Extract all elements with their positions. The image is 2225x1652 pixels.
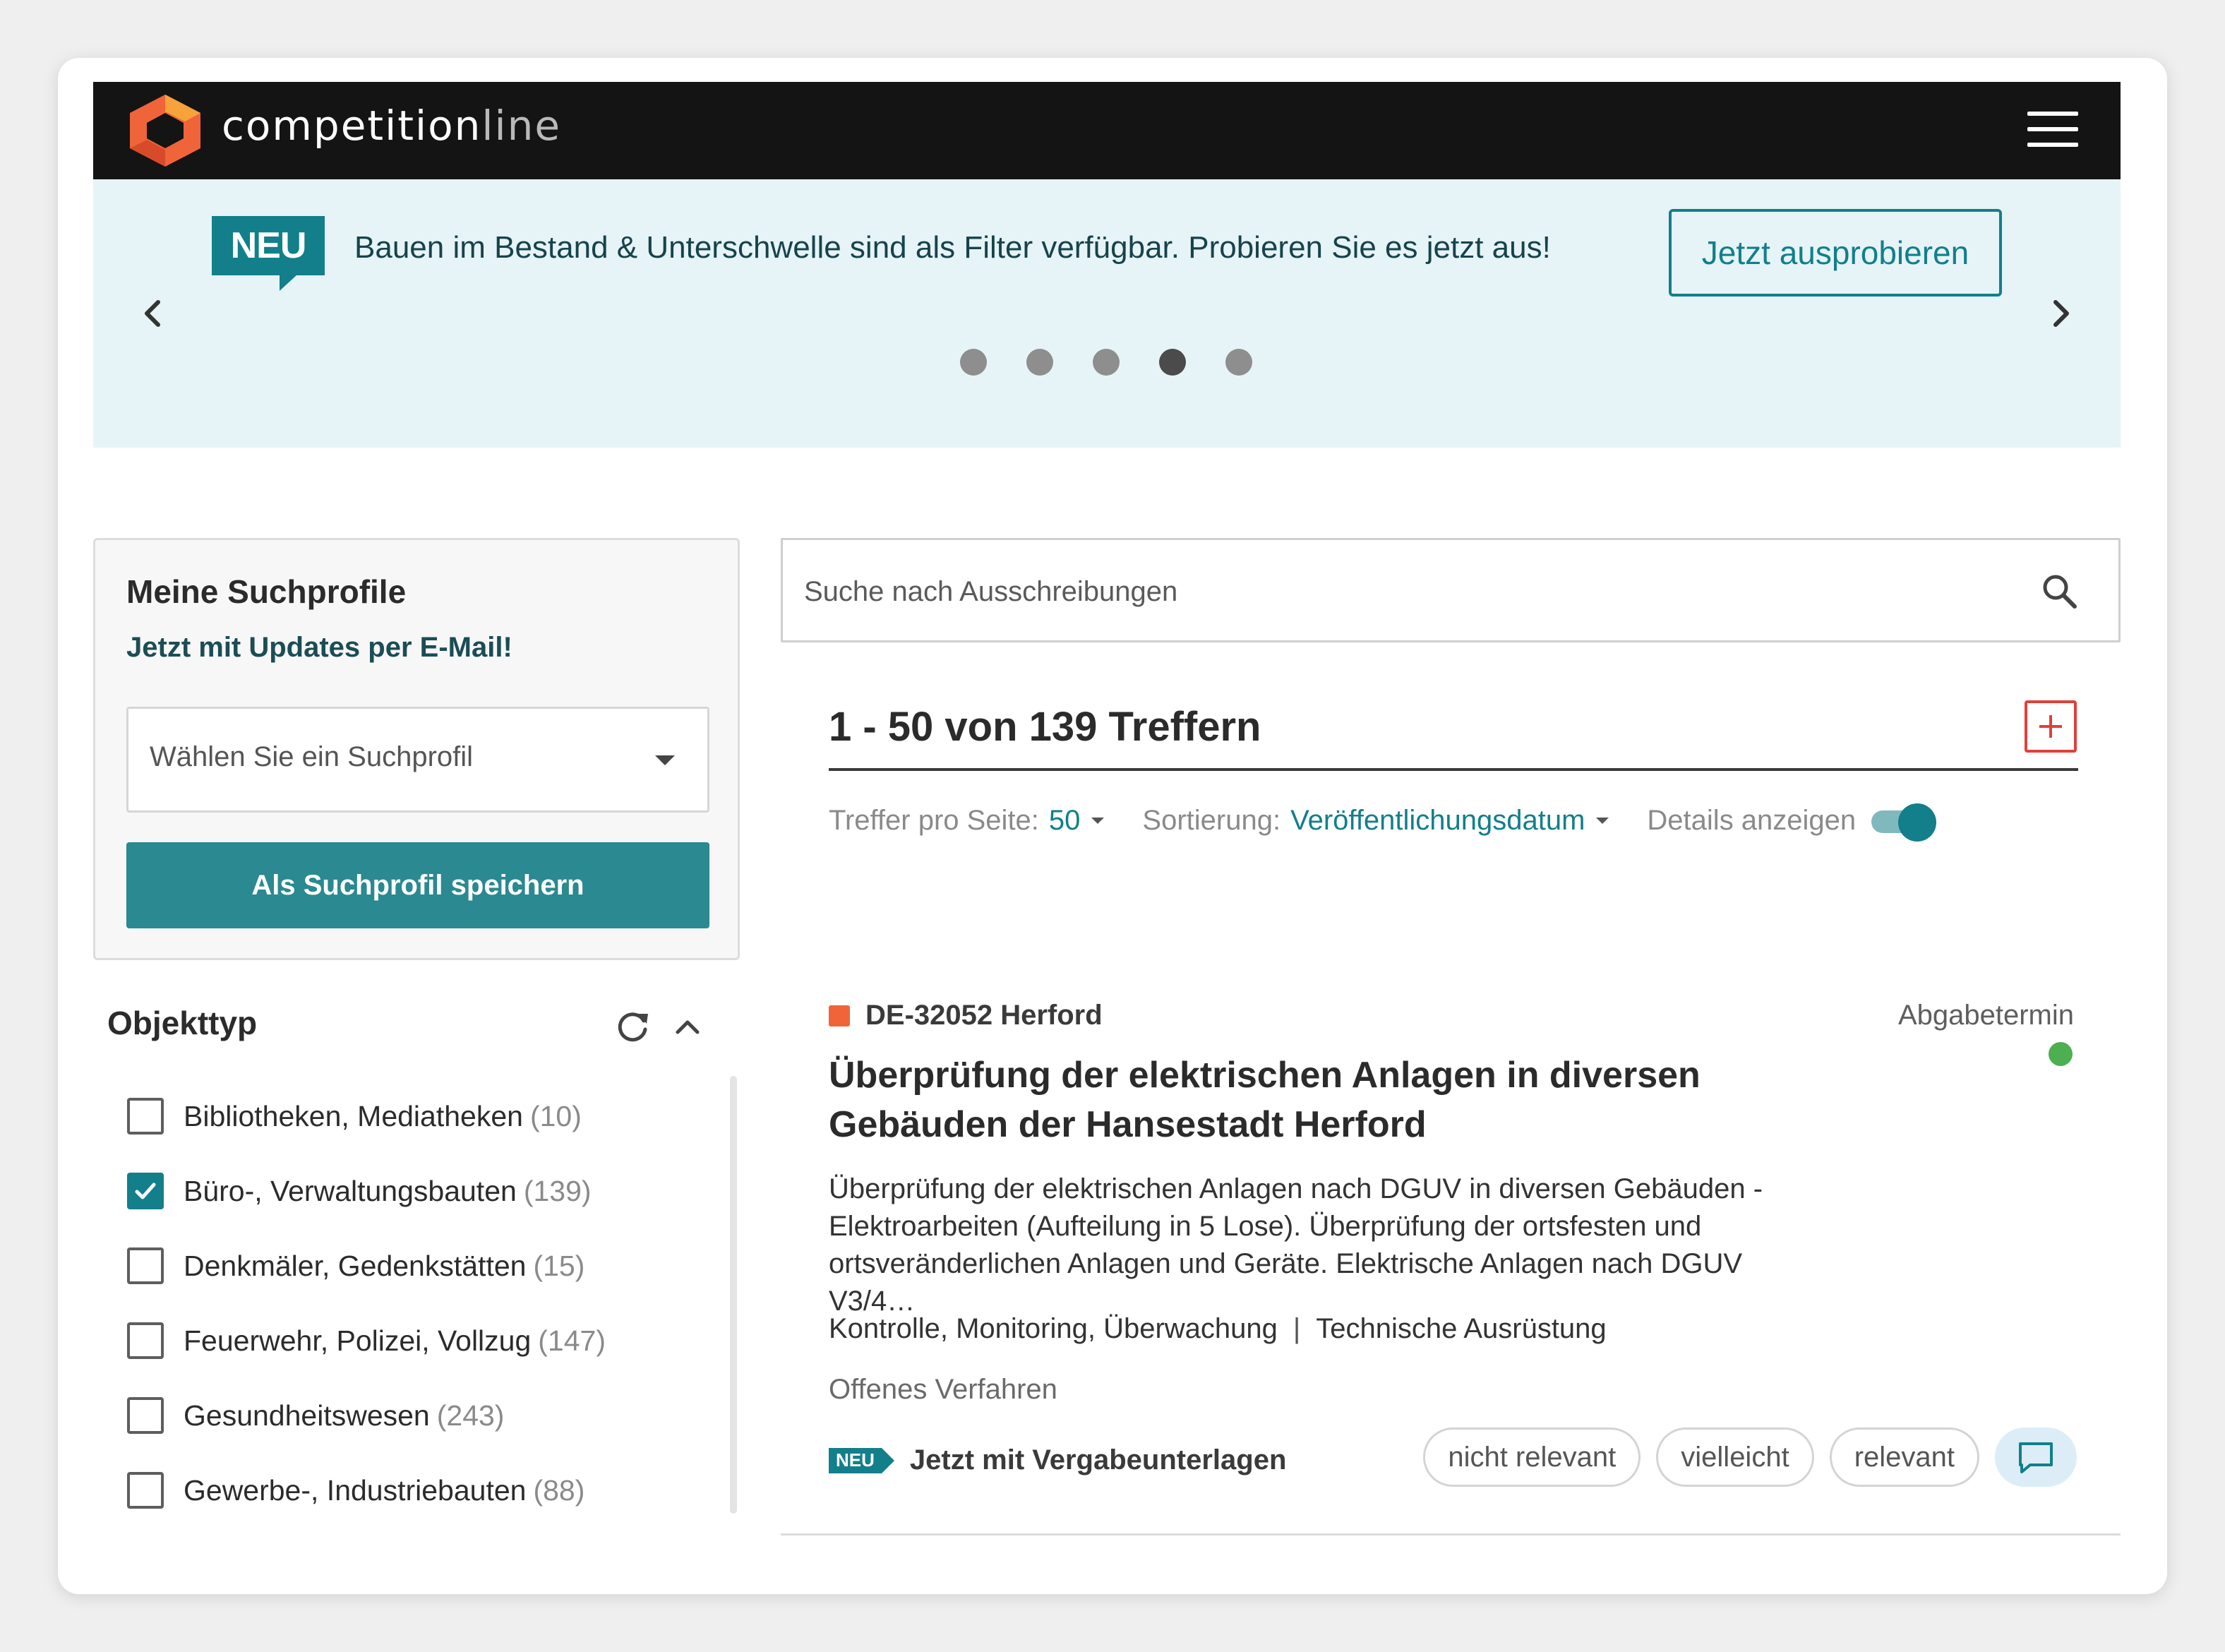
facet-count: (15) — [533, 1249, 585, 1282]
not-relevant-button[interactable]: nicht relevant — [1423, 1427, 1641, 1487]
facet-checkbox[interactable] — [127, 1397, 164, 1434]
facet-checkbox[interactable] — [127, 1173, 164, 1209]
location-text: DE-32052 Herford — [865, 1000, 1103, 1031]
hamburger-menu-icon[interactable] — [2027, 112, 2078, 150]
details-toggle[interactable] — [1871, 803, 1937, 842]
facet-label: Gesundheitswesen — [184, 1399, 430, 1432]
deadline-label: Abgabetermin — [1897, 1000, 2074, 1031]
facet-item[interactable]: Bibliotheken, Mediatheken (10) — [127, 1079, 606, 1154]
facet-title: Objekttyp — [107, 1005, 258, 1041]
sort-dropdown[interactable]: Veröffentlichungsdatum — [1290, 805, 1585, 837]
facet-checkbox[interactable] — [127, 1247, 164, 1284]
location-marker-icon — [829, 1005, 850, 1026]
facet-label: Denkmäler, Gedenkstätten — [184, 1249, 527, 1282]
search-profile-select[interactable]: Wählen Sie ein Suchprofil — [126, 707, 709, 813]
chevron-down-icon — [655, 755, 675, 765]
carousel-dot[interactable] — [1093, 349, 1120, 376]
brand-dim-text: line — [481, 102, 562, 150]
facet-label: Bibliotheken, Mediatheken — [184, 1099, 523, 1132]
carousel-dot[interactable] — [1225, 349, 1252, 376]
facet-label: Feuerwehr, Polizei, Vollzug — [184, 1324, 532, 1357]
sort-label: Sortierung: — [1142, 804, 1281, 836]
status-dot-icon — [2049, 1042, 2073, 1066]
procedure-type: Offenes Verfahren — [829, 1374, 1057, 1405]
details-label: Details anzeigen — [1647, 804, 1857, 836]
comment-button[interactable] — [1995, 1427, 2077, 1487]
profile-title: Meine Suchprofile — [126, 573, 407, 610]
rating-buttons: nicht relevant vielleicht relevant — [1423, 1427, 2077, 1487]
refresh-icon[interactable] — [613, 1007, 652, 1046]
search-input[interactable] — [804, 568, 2004, 615]
page: competitionline NEU Bauen im Bestand & U… — [93, 82, 2121, 1570]
carousel-next-arrow-icon[interactable] — [2047, 292, 2075, 335]
try-now-button[interactable]: Jetzt ausprobieren — [1669, 209, 2002, 297]
result-description: Überprüfung der elektrischen Anlagen nac… — [829, 1173, 1763, 1317]
neu-badge: NEU — [212, 216, 325, 291]
tag-2: Technische Ausrüstung — [1316, 1313, 1607, 1344]
documents-note: NEU Jetzt mit Vergabeunterlagen — [829, 1444, 1286, 1476]
card-divider — [781, 1533, 2121, 1536]
facet-item[interactable]: Gesundheitswesen (243) — [127, 1378, 606, 1453]
facet-count: (147) — [538, 1324, 606, 1357]
search-profile-panel: Meine Suchprofile Jetzt mit Updates per … — [93, 538, 740, 960]
facet-count: (139) — [523, 1174, 592, 1207]
browser-frame: competitionline NEU Bauen im Bestand & U… — [58, 58, 2167, 1594]
banner-text: Bauen im Bestand & Unterschwelle sind al… — [354, 230, 1551, 265]
announcement-carousel: NEU Bauen im Bestand & Unterschwelle sin… — [93, 179, 2121, 448]
relevant-button[interactable]: relevant — [1829, 1427, 1979, 1487]
tag-1: Kontrolle, Monitoring, Überwachung — [829, 1313, 1278, 1344]
carousel-dots — [960, 349, 1252, 376]
facet-item[interactable]: Denkmäler, Gedenkstätten (15) — [127, 1228, 606, 1303]
facet-item[interactable]: Büro-, Verwaltungsbauten (139) — [127, 1154, 606, 1228]
results-count-title: 1 - 50 von 139 Treffern — [829, 704, 1261, 750]
checkmark-icon — [135, 1183, 156, 1199]
brand-name[interactable]: competitionline — [222, 102, 561, 150]
tag-separator: | — [1293, 1313, 1301, 1344]
results-divider — [829, 768, 2078, 771]
documents-note-text: Jetzt mit Vergabeunterlagen — [909, 1444, 1287, 1476]
result-title-link[interactable]: Überprüfung der elektrischen Anlagen in … — [829, 1051, 1831, 1149]
competitionline-logo-icon[interactable] — [121, 92, 209, 169]
caret-down-icon — [1596, 817, 1609, 824]
profile-subtitle: Jetzt mit Updates per E-Mail! — [126, 632, 512, 663]
add-button[interactable] — [2025, 700, 2077, 753]
facet-scrollbar[interactable] — [730, 1076, 737, 1514]
comment-icon — [2019, 1442, 2053, 1473]
card-location: DE-32052 Herford — [829, 1000, 1103, 1031]
brand-main-text: competition — [222, 102, 482, 150]
results-controls: Treffer pro Seite: 50 Sortierung: Veröff… — [829, 798, 1937, 843]
carousel-dot[interactable] — [1159, 349, 1186, 376]
facet-count: (10) — [529, 1099, 582, 1132]
search-icon[interactable] — [2038, 570, 2080, 612]
plus-icon — [2039, 715, 2062, 738]
facet-item[interactable]: Gewerbe-, Industriebauten (88) — [127, 1453, 606, 1528]
facet-count: (88) — [533, 1473, 585, 1507]
facet-label: Gewerbe-, Industriebauten — [184, 1473, 527, 1507]
facet-list: Bibliotheken, Mediatheken (10) Büro-, Verw… — [127, 1079, 606, 1528]
save-search-profile-button[interactable]: Als Suchprofil speichern — [126, 842, 709, 928]
facet-checkbox[interactable] — [127, 1098, 164, 1135]
maybe-button[interactable]: vielleicht — [1656, 1427, 1814, 1487]
facet-count: (243) — [436, 1399, 505, 1432]
carousel-prev-arrow-icon[interactable] — [138, 292, 167, 335]
facet-checkbox[interactable] — [127, 1322, 164, 1359]
search-bar — [781, 538, 2121, 642]
result-tags: Kontrolle, Monitoring, Überwachung | Tec… — [829, 1313, 1607, 1345]
caret-down-icon — [1091, 817, 1105, 824]
select-placeholder: Wählen Sie ein Suchprofil — [150, 741, 474, 772]
chevron-up-icon[interactable] — [672, 1011, 703, 1042]
toggle-knob — [1898, 803, 1937, 842]
neu-small-badge: NEU — [829, 1447, 894, 1473]
facet-label: Büro-, Verwaltungsbauten — [184, 1174, 517, 1207]
facet-item[interactable]: Feuerwehr, Polizei, Vollzug (147) — [127, 1303, 606, 1378]
per-page-dropdown[interactable]: 50 — [1049, 805, 1081, 837]
per-page-label: Treffer pro Seite: — [829, 804, 1039, 836]
carousel-dot[interactable] — [960, 349, 987, 376]
carousel-dot[interactable] — [1026, 349, 1053, 376]
facet-checkbox[interactable] — [127, 1472, 164, 1509]
top-navigation-bar: competitionline — [93, 82, 2121, 179]
